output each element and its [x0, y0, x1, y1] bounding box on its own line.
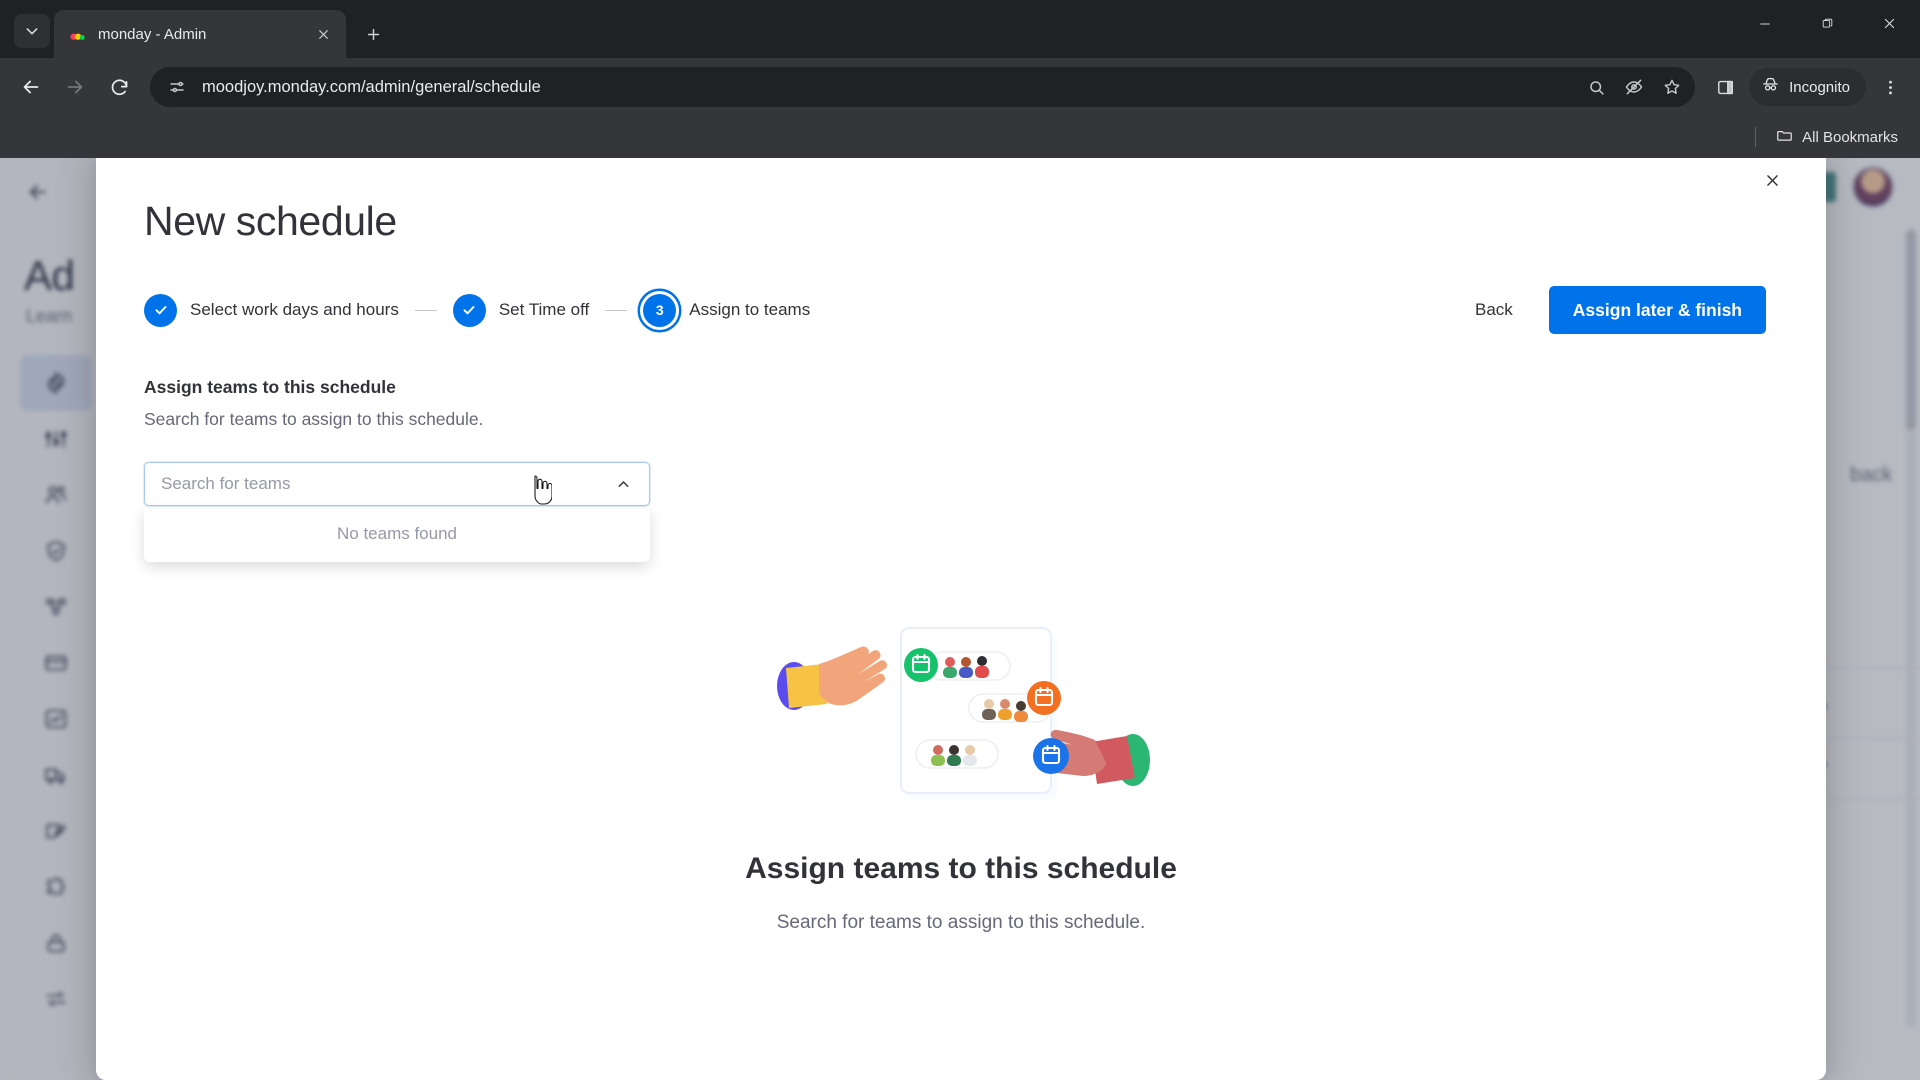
incognito-indicator[interactable]: Incognito — [1749, 68, 1866, 106]
tab-title: monday - Admin — [98, 25, 207, 43]
site-info-icon[interactable] — [164, 74, 190, 100]
bookmark-star-icon[interactable] — [1655, 70, 1689, 104]
eye-off-icon[interactable] — [1617, 70, 1651, 104]
arrow-right-icon — [67, 80, 83, 94]
two-hands-assigning-teams-illustration — [777, 627, 1150, 799]
tab-strip: monday - Admin — [0, 0, 1920, 58]
page-viewport: Ad Learn back New schedule Select work d… — [0, 158, 1920, 1080]
assign-later-and-finish-button[interactable]: Assign later & finish — [1548, 286, 1766, 334]
teams-combobox-control[interactable] — [144, 462, 650, 506]
check-icon — [452, 293, 486, 327]
step-list: Select work days and hours Set Time off — [144, 293, 811, 327]
reload-icon — [111, 78, 127, 95]
maximize-button[interactable] — [1796, 0, 1858, 47]
forward-button[interactable] — [54, 66, 96, 108]
side-panel-icon[interactable] — [1705, 67, 1745, 107]
dialog-close-button[interactable] — [1754, 162, 1790, 198]
window-close-button[interactable] — [1858, 0, 1920, 47]
dialog-title: New schedule — [144, 198, 397, 244]
bookmarks-bar: All Bookmarks — [0, 116, 1920, 158]
close-icon — [1766, 174, 1778, 186]
browser-window: monday - Admin moodjoy.monday.com/admin/… — [0, 0, 1920, 1080]
chevron-up-icon[interactable] — [611, 472, 635, 496]
all-bookmarks-button[interactable]: All Bookmarks — [1770, 122, 1904, 153]
minimize-button[interactable] — [1734, 0, 1796, 47]
chevron-down-icon — [26, 28, 38, 35]
browser-toolbar: moodjoy.monday.com/admin/general/schedul… — [0, 58, 1920, 116]
step-select-work-days[interactable]: Select work days and hours — [144, 293, 399, 327]
search-icon[interactable] — [1579, 70, 1613, 104]
omnibox-actions — [1579, 70, 1689, 104]
assign-section-title: Assign teams to this schedule — [144, 377, 396, 397]
new-tab-button[interactable] — [356, 17, 390, 51]
search-teams-input[interactable] — [161, 474, 611, 494]
bookmarks-divider — [1755, 127, 1757, 147]
arrow-left-icon — [23, 80, 39, 94]
no-teams-found-message: No teams found — [336, 524, 457, 543]
assign-section-subtitle: Search for teams to assign to this sched… — [144, 409, 484, 429]
back-button[interactable] — [10, 66, 52, 108]
plus-icon — [367, 28, 379, 40]
empty-state-title: Assign teams to this schedule — [745, 852, 1177, 885]
address-bar[interactable]: moodjoy.monday.com/admin/general/schedul… — [150, 67, 1696, 107]
wizard-stepper: Select work days and hours Set Time off — [144, 286, 1766, 334]
url-text: moodjoy.monday.com/admin/general/schedul… — [202, 77, 541, 96]
minimize-icon — [1760, 23, 1770, 24]
step-connector — [605, 309, 628, 311]
kebab-menu-icon[interactable] — [1870, 67, 1910, 107]
teams-combobox: No teams found — [144, 462, 650, 562]
check-icon — [144, 293, 177, 327]
maximize-icon — [1822, 18, 1832, 28]
empty-state: Assign teams to this schedule Search for… — [96, 608, 1826, 934]
new-schedule-dialog: New schedule Select work days and hours — [96, 158, 1826, 1080]
incognito-icon — [1761, 75, 1780, 99]
step-label: Assign to teams — [689, 300, 811, 319]
folder-icon — [1776, 127, 1793, 148]
tab-search-button[interactable] — [14, 14, 50, 48]
reload-button[interactable] — [98, 66, 140, 108]
step-number-badge: 3 — [643, 293, 677, 327]
tab-close-icon[interactable] — [312, 23, 334, 45]
empty-state-subtitle: Search for teams to assign to this sched… — [776, 912, 1146, 933]
step-assign-to-teams[interactable]: 3 Assign to teams — [643, 293, 811, 327]
step-set-time-off[interactable]: Set Time off — [452, 293, 590, 327]
toolbar-right: Incognito — [1705, 67, 1910, 107]
all-bookmarks-label: All Bookmarks — [1802, 128, 1898, 146]
window-controls — [1734, 0, 1920, 47]
incognito-label: Incognito — [1789, 78, 1850, 96]
back-button[interactable]: Back — [1465, 292, 1523, 328]
monday-logo-icon — [68, 24, 88, 44]
teams-dropdown-menu: No teams found — [144, 508, 650, 562]
step-label: Select work days and hours — [190, 300, 399, 319]
close-icon — [1884, 18, 1894, 29]
dialog-actions: Back Assign later & finish — [1465, 286, 1766, 334]
step-connector — [414, 309, 437, 311]
step-label: Set Time off — [498, 300, 590, 319]
browser-tab[interactable]: monday - Admin — [54, 10, 346, 58]
